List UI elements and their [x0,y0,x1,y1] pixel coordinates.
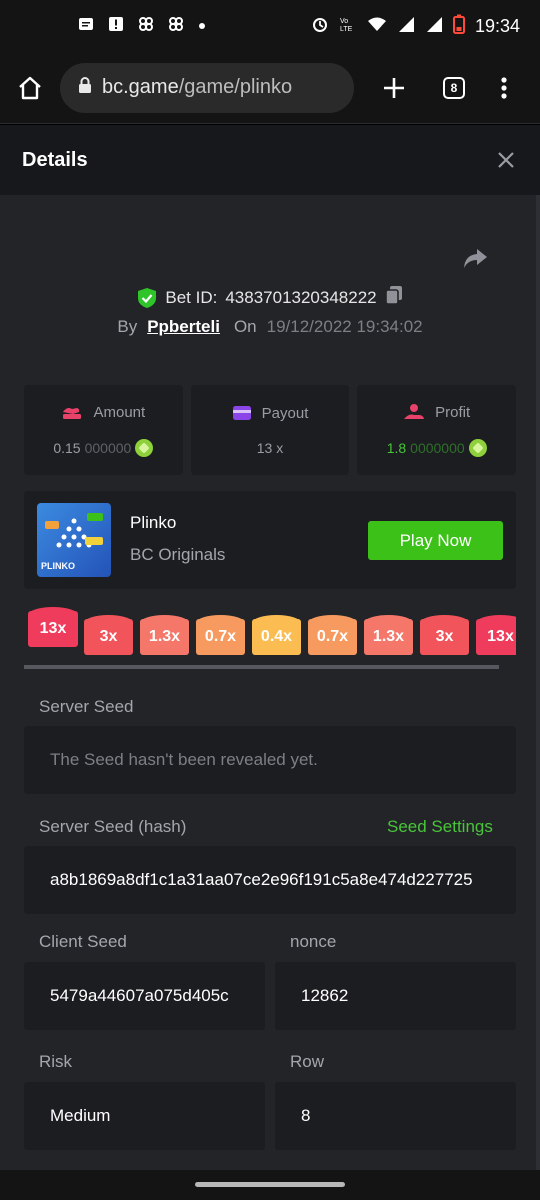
stat-amount: Amount 0.15 000000 [24,385,183,475]
multiplier-row[interactable]: 13x 3x 1.3x 0.7x 0.4x 0.7x 1.3x 3x 13x [24,607,516,659]
server-seed-hash-field[interactable]: a8b1869a8df1c1a31aa07ce2e96f191c5a8e474d… [24,846,516,914]
multiplier-chip-active[interactable]: 13x [28,607,78,647]
game-provider: BC Originals [130,545,226,564]
system-nav-bar [0,1170,540,1200]
dot-icon [198,17,206,35]
bet-id-label: Bet ID: [165,287,218,307]
lock-icon [78,76,92,99]
message-icon [78,16,94,37]
multiplier-chip[interactable]: 0.7x [308,615,357,655]
amount-icon [63,408,82,419]
by-label: By [117,317,138,336]
browser-toolbar: bc.game/game/plinko 8 [0,52,540,124]
row-label: Row [290,1052,325,1071]
game-card: PLINKO Plinko BC Originals Play Now [24,491,516,589]
share-icon [464,249,487,268]
clock-time: 19:34 [474,15,520,36]
nonce-field[interactable]: 12862 [275,962,516,1030]
url-host: bc.game [102,76,179,98]
bet-stats: Amount 0.15 000000 Payout 13 x Profit 1.8… [24,385,517,475]
risk-label: Risk [39,1052,73,1071]
bet-meta-row: By Ppberteli On 19/12/2022 19:34:02 [0,317,540,337]
stat-profit-value: 1.8 [386,440,407,456]
svg-text:LTE: LTE [340,26,353,33]
client-seed-label: Client Seed [39,932,127,951]
seed-settings-link[interactable]: Seed Settings [387,817,493,837]
wifi-icon [367,15,387,38]
stat-payout: Payout 13 x [190,385,350,475]
risk-field[interactable]: Medium [24,1082,265,1150]
menu-button[interactable] [484,52,524,124]
signal-icon [397,15,415,38]
system-icons: Vo LTE 19:34 [311,14,520,39]
close-button[interactable] [494,148,518,172]
copy-button[interactable] [384,285,403,310]
game-thumbnail[interactable]: PLINKO [37,503,111,577]
stat-amount-value-muted: 000000 [84,440,132,456]
home-icon [19,76,41,99]
notification-icons [78,16,206,37]
profit-icon [404,404,425,419]
page-title: Details [22,148,88,171]
coin-icon [135,439,154,457]
stat-profit: Profit 1.8 0000000 [357,385,517,475]
alarm-icon [311,15,329,38]
row-field[interactable]: 8 [275,1082,516,1150]
url-text: bc.game/game/plinko [102,76,292,99]
multiplier-chip[interactable]: 0.7x [196,615,245,655]
server-seed-hash-label: Server Seed (hash) [39,817,187,836]
more-vert-icon [501,76,507,99]
status-bar: Vo LTE 19:34 [0,0,540,52]
nonce-label: nonce [290,932,337,951]
app-icon [138,16,154,37]
home-gesture-handle[interactable] [195,1182,345,1187]
multiplier-chip[interactable]: 3x [84,615,133,655]
coin-icon [468,439,487,457]
user-link[interactable]: Ppberteli [147,317,220,337]
url-path: /game/plinko [178,76,293,98]
stat-payout-value: 13 x [256,439,284,456]
server-seed-label: Server Seed [39,697,134,716]
app-icon [168,16,184,37]
home-button[interactable] [0,52,60,124]
tab-switcher-button[interactable]: 8 [424,52,484,124]
details-panel: Bet ID: 4383701320348222 By Ppberteli On… [0,195,540,1170]
multiplier-chip[interactable]: 0.4x [252,615,301,655]
copy-icon [384,286,402,305]
plus-icon [384,77,404,98]
volte-icon: Vo LTE [339,15,357,38]
close-icon [498,152,514,168]
stat-amount-value: 0.15 [53,440,81,456]
stat-amount-label: Amount [93,403,146,421]
bet-id-row: Bet ID: 4383701320348222 [0,285,540,310]
tab-count: 8 [443,76,465,99]
play-now-button[interactable]: Play Now [368,521,503,560]
on-label: On [233,317,257,336]
game-name[interactable]: Plinko [130,513,176,533]
multiplier-chip[interactable]: 1.3x [364,615,413,655]
share-button[interactable] [462,247,488,274]
stat-profit-value-muted: 0000000 [410,440,465,456]
svg-text:Vo: Vo [340,18,348,25]
payout-icon [232,406,251,420]
details-header: Details [0,125,540,195]
bet-id-value: 4383701320348222 [225,287,377,307]
scrollbar[interactable] [536,195,540,1170]
client-seed-field[interactable]: 5479a44607a075d405c [24,962,265,1030]
alert-icon [108,16,124,37]
thumb-label: PLINKO [41,561,76,571]
shield-check-icon [138,287,157,308]
server-seed-field[interactable]: The Seed hasn't been revealed yet. [24,726,516,794]
bet-date: 19/12/2022 19:34:02 [266,317,423,336]
multiplier-chip[interactable]: 3x [420,615,469,655]
battery-low-icon [452,14,465,39]
multiplier-scroll-track[interactable] [24,665,499,669]
stat-profit-label: Profit [435,403,471,421]
url-bar[interactable]: bc.game/game/plinko [60,62,354,113]
new-tab-button[interactable] [364,52,424,124]
stat-payout-label: Payout [261,404,309,422]
signal-icon [425,15,443,38]
multiplier-chip[interactable]: 13x [476,615,516,655]
multiplier-chip[interactable]: 1.3x [140,615,189,655]
